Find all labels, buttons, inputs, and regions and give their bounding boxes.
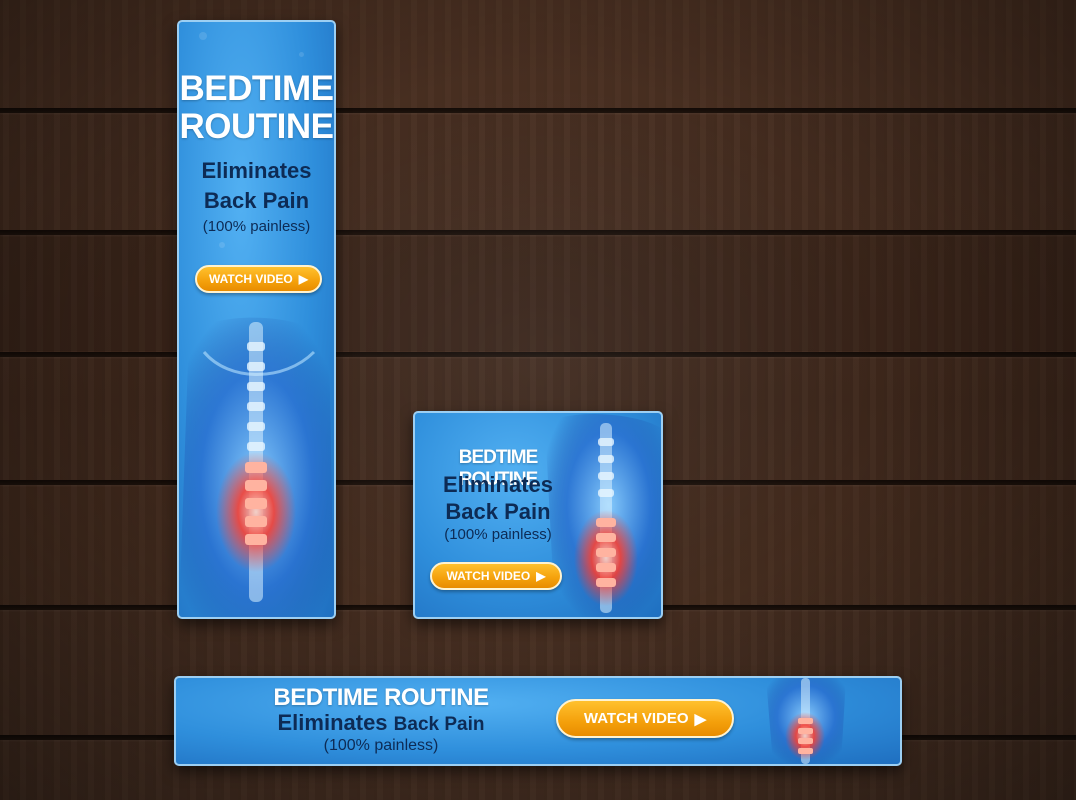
- watch-video-button[interactable]: WATCH VIDEO ▶: [556, 699, 734, 738]
- play-triangle-icon: ▶: [694, 710, 707, 728]
- banner-square[interactable]: BEDTIME ROUTINE Eliminates Back Pain (10…: [413, 411, 663, 619]
- watch-video-label: WATCH VIDEO: [446, 569, 531, 583]
- banner-skyscraper[interactable]: BEDTIME ROUTINE Eliminates Back Pain (10…: [177, 20, 336, 619]
- subtitle-part-1: Eliminates: [277, 710, 388, 735]
- headline-title: BEDTIME ROUTINE: [273, 684, 489, 711]
- play-triangle-icon: ▶: [536, 569, 546, 583]
- subtitle-part-2: Back Pain: [393, 714, 485, 735]
- headline-subtitle: Eliminates Back Pain: [201, 158, 312, 213]
- spine-illustration: [761, 678, 851, 764]
- watch-video-label: WATCH VIDEO: [208, 272, 293, 286]
- headline-title: BEDTIME ROUTINE: [179, 69, 335, 146]
- painless-note: (100% painless): [202, 218, 311, 235]
- play-triangle-icon: ▶: [298, 272, 308, 286]
- painless-note: (100% painless): [444, 526, 552, 543]
- painless-note: (100% painless): [323, 737, 439, 754]
- watch-video-label: WATCH VIDEO: [583, 710, 689, 727]
- watch-video-button[interactable]: WATCH VIDEO ▶: [430, 562, 562, 590]
- headline-subtitle: Eliminates Back Pain: [236, 710, 526, 736]
- headline-subtitle: Eliminates Back Pain: [442, 472, 554, 524]
- banner-leaderboard[interactable]: BEDTIME ROUTINE Eliminates Back Pain (10…: [174, 676, 902, 766]
- spine-illustration: [179, 312, 334, 617]
- watch-video-button[interactable]: WATCH VIDEO ▶: [195, 265, 322, 293]
